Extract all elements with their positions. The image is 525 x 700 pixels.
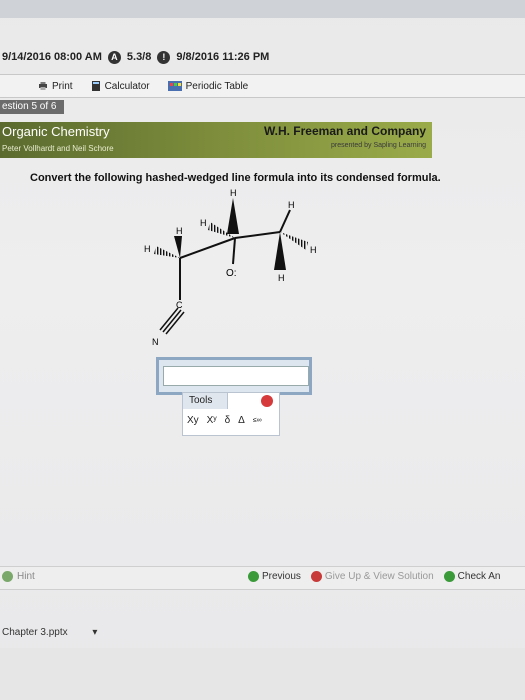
atom-oxygen: O: (226, 268, 237, 279)
left-date: 9/14/2016 08:00 AM (2, 51, 102, 63)
superscript-button[interactable]: Xʸ (207, 415, 217, 426)
atom-h-bottom: H (278, 273, 285, 283)
hash-h-rightmid (280, 232, 308, 250)
previous-button[interactable]: Previous (248, 571, 301, 582)
question-counter: estion 5 of 6 (0, 100, 64, 114)
delta-lower-button[interactable]: δ (225, 415, 231, 426)
hint-icon (2, 571, 13, 582)
tools-panel: Tools Xy Xʸ δ Δ ≤∞ (182, 392, 280, 436)
clock-icon: ! (157, 50, 171, 64)
periodic-table-icon (167, 81, 182, 91)
check-answer-button[interactable]: Check An (443, 571, 501, 582)
periodic-table-button[interactable]: Periodic Table (167, 80, 249, 92)
top-strip (0, 0, 525, 18)
subscript-button[interactable]: Xy (187, 415, 199, 426)
bond-c3-o (232, 237, 236, 265)
taskbar-file[interactable]: Chapter 3.pptx ▾ (0, 624, 525, 642)
answer-input[interactable] (163, 366, 309, 386)
atom-h-left-mid: H (200, 218, 207, 228)
calculator-label: Calculator (104, 80, 150, 92)
bond-c2-c3 (179, 237, 236, 259)
screen: 9/14/2016 08:00 AM A 5.3/8 ! 9/8/2016 11… (0, 0, 525, 700)
give-up-button[interactable]: Give Up & View Solution (310, 571, 434, 582)
close-icon[interactable] (261, 395, 273, 407)
chapter-file-label: Chapter 3.pptx (2, 627, 68, 638)
calculator-icon (91, 81, 100, 91)
periodic-table-label: Periodic Table (185, 80, 249, 92)
triple-bond-a (159, 307, 179, 331)
previous-icon (248, 571, 259, 582)
atom-h-top: H (230, 188, 237, 198)
triple-bond-c (165, 311, 185, 335)
wedge-h-top (227, 198, 239, 234)
hint-button[interactable]: Hint (2, 571, 35, 582)
tools-tab[interactable]: Tools (183, 393, 228, 409)
wedge-h-left (174, 236, 182, 258)
atom-h-c2: H (176, 226, 183, 236)
date-info-bar: 9/14/2016 08:00 AM A 5.3/8 ! 9/8/2016 11… (0, 46, 525, 68)
more-symbols-button[interactable]: ≤∞ (253, 417, 262, 424)
bond-c4-h (279, 209, 291, 233)
dropdown-icon[interactable]: ▾ (92, 627, 97, 638)
print-button[interactable]: Print (38, 81, 73, 92)
check-icon (443, 571, 455, 582)
atom-h-right-top: H (288, 200, 295, 210)
symbol-row: Xy Xʸ δ Δ ≤∞ (187, 415, 262, 426)
atom-h-left2: H (144, 244, 151, 254)
publisher: W.H. Freeman and Company (263, 124, 426, 138)
triple-bond-b (162, 309, 182, 333)
presenter: presented by Sapling Learning (331, 142, 426, 149)
course-banner: Organic Chemistry Peter Vollhardt and Ne… (0, 122, 432, 158)
course-authors: Peter Vollhardt and Neil Schore (2, 144, 114, 153)
printer-icon (39, 82, 47, 90)
course-title: Organic Chemistry (2, 124, 110, 139)
bond-c3-c4 (234, 231, 281, 239)
give-up-label: Give Up & View Solution (324, 571, 434, 582)
check-label: Check An (457, 571, 501, 582)
previous-label: Previous (262, 571, 301, 582)
tool-bar: Print Calculator Periodic Table (0, 74, 525, 98)
molecule-structure: H H H H H H O: H C N (144, 188, 317, 347)
bottom-bar: Hint Previous Give Up & View Solution Ch… (0, 566, 525, 590)
print-label: Print (52, 80, 73, 92)
give-up-icon (310, 571, 322, 582)
right-date: 9/8/2016 11:26 PM (176, 51, 270, 63)
hash-h-left2 (154, 246, 180, 258)
action-buttons: Previous Give Up & View Solution Check A… (248, 571, 500, 582)
bottom-area (0, 648, 525, 700)
wedge-h-bottom (274, 232, 286, 270)
calculator-button[interactable]: Calculator (91, 81, 150, 92)
delta-upper-button[interactable]: Δ (238, 415, 245, 426)
hint-label: Hint (17, 571, 35, 582)
atom-carbon: C (176, 300, 183, 310)
score-badge: 5.3/8 (126, 51, 152, 63)
attempt-badge-icon: A (107, 50, 121, 64)
answer-box (156, 357, 312, 395)
atom-h-right-mid: H (310, 245, 317, 255)
atom-nitrogen: N (152, 337, 159, 347)
